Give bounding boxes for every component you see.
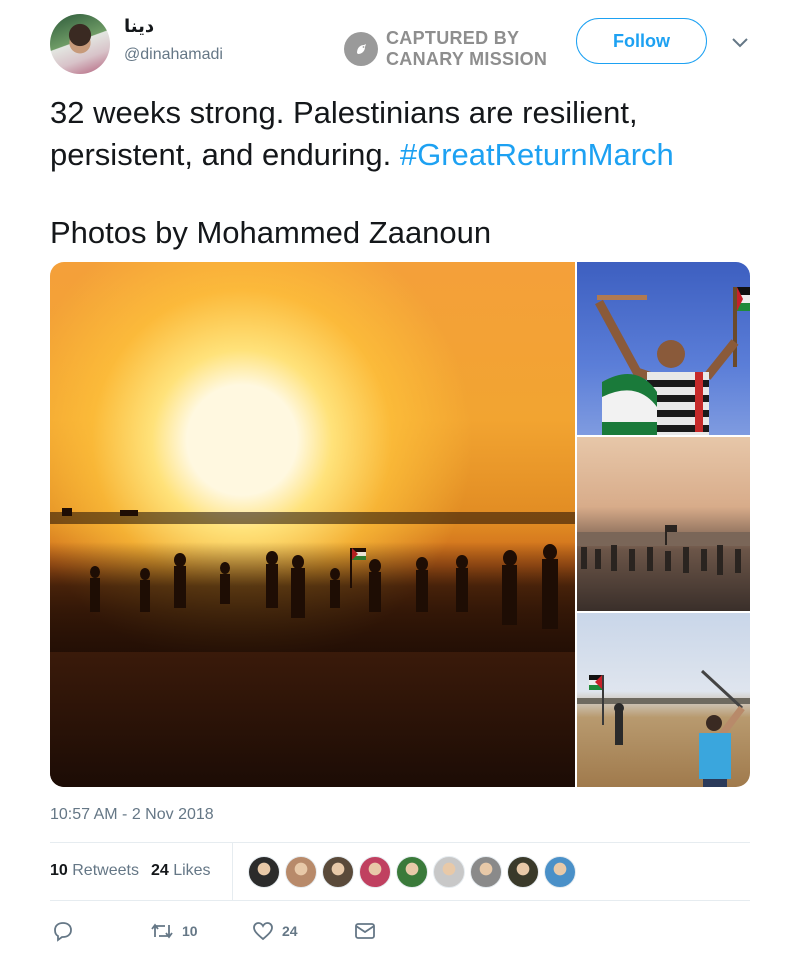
retweet-count: 10 [182,923,198,939]
photo-protester-figure [595,287,750,435]
canary-line-2: CANARY MISSION [386,49,548,69]
photo-flag-slingshot[interactable] [577,613,750,787]
retweets-stat[interactable]: 10 Retweets [50,862,139,880]
canary-text: CAPTURED BY CANARY MISSION [386,28,547,70]
message-action[interactable] [354,920,376,942]
heart-icon [253,922,273,941]
display-name[interactable]: دينا [124,16,154,37]
likes-label: Likes [173,862,211,879]
photo-credit: Photos by Mohammed Zaanoun [50,215,492,250]
liker-avatar[interactable] [248,856,280,888]
likers-avatars [248,856,576,888]
retweets-count: 10 [50,862,68,879]
liker-avatar[interactable] [433,856,465,888]
retweet-action[interactable]: 10 [150,920,198,942]
retweet-icon [151,923,173,939]
photo-crowd-field[interactable] [577,437,750,611]
envelope-icon [355,923,375,939]
divider-bottom [50,900,750,901]
photo-slingshot-figures [577,669,750,787]
retweets-label: Retweets [72,862,139,879]
photo-figures [50,508,575,629]
liker-avatar[interactable] [507,856,539,888]
reply-action[interactable] [52,920,74,942]
liker-avatar[interactable] [322,856,354,888]
liker-avatar[interactable] [359,856,391,888]
liker-avatar[interactable] [470,856,502,888]
tweet-actions: 10 24 [52,920,392,944]
handle[interactable]: @dinahamadi [124,46,223,64]
photo-sunset-crowd[interactable] [50,262,575,787]
follow-button[interactable]: Follow [576,18,707,64]
media-grid [50,262,750,787]
canary-mission-watermark: CAPTURED BY CANARY MISSION [344,28,547,70]
tweet-stats: 10 Retweets 24 Likes [50,862,211,880]
canary-line-1: CAPTURED BY [386,28,520,48]
chevron-down-icon[interactable] [731,36,749,50]
liker-avatar[interactable] [396,856,428,888]
avatar[interactable] [50,14,110,74]
photo-field-figures [577,525,750,575]
likes-count: 24 [150,862,169,879]
tweet-text: 32 weeks strong. Palestinians are resili… [50,92,760,176]
like-action[interactable]: 24 [252,920,298,942]
liker-avatar[interactable] [544,856,576,888]
reply-icon [54,922,72,942]
photo-protester-flag[interactable] [577,262,750,435]
liker-avatar[interactable] [285,856,317,888]
likes-stat[interactable]: 24 Likes [151,862,211,880]
like-count: 24 [282,923,298,939]
stats-separator [232,842,233,900]
timestamp[interactable]: 10:57 AM - 2 Nov 2018 [50,806,214,824]
divider-top [50,842,750,843]
hashtag-link[interactable]: #GreatReturnMarch [400,137,674,172]
canary-bird-icon [344,32,378,66]
